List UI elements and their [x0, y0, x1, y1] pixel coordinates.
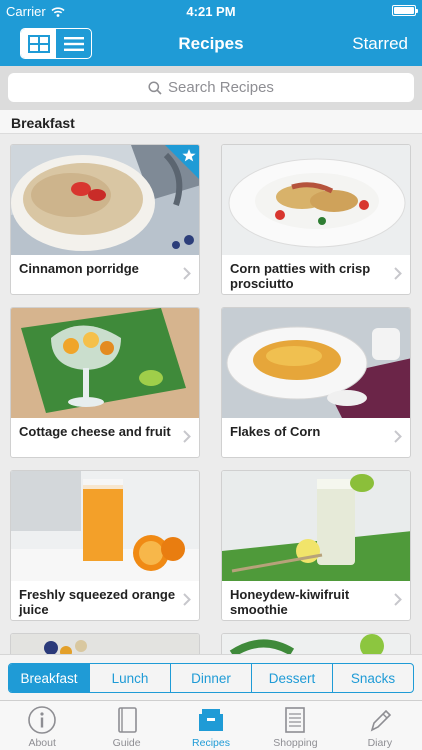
- info-icon: [28, 706, 57, 734]
- recipe-title: Honeydew-kiwifruit smoothie: [230, 587, 350, 617]
- recipe-photo: [222, 634, 410, 654]
- recipe-card[interactable]: Freshly squeezed orange juice: [10, 470, 200, 621]
- tab-about[interactable]: About: [0, 701, 84, 750]
- search-input[interactable]: Search Recipes: [8, 73, 414, 102]
- category-segmented-control: Breakfast Lunch Dinner Dessert Snacks: [8, 663, 414, 693]
- recipe-title: Cinnamon porridge: [19, 261, 139, 276]
- starred-button[interactable]: Starred: [352, 34, 408, 54]
- search-icon: [148, 80, 162, 95]
- status-bar: Carrier 4:21 PM: [0, 0, 422, 22]
- section-header: Breakfast: [0, 110, 422, 134]
- recipe-photo: [222, 308, 410, 418]
- status-time: 4:21 PM: [186, 4, 236, 19]
- recipe-box-icon: [199, 709, 224, 731]
- recipe-card[interactable]: Honeydew-kiwifruit smoothie: [221, 470, 411, 621]
- pencil-icon: [370, 709, 391, 732]
- category-dessert[interactable]: Dessert: [251, 664, 332, 692]
- recipe-title: Corn patties with crisp prosciutto: [230, 261, 371, 291]
- tab-diary[interactable]: Diary: [338, 701, 422, 750]
- tab-label: Recipes: [192, 737, 230, 749]
- recipe-photo: [222, 145, 410, 255]
- shopping-list-icon: [285, 707, 306, 733]
- category-dinner[interactable]: Dinner: [170, 664, 251, 692]
- search-bar: Search Recipes: [0, 66, 422, 110]
- tab-bar: About Guide Recipes Shopping Diary: [0, 700, 422, 750]
- tab-label: Guide: [112, 737, 141, 749]
- navigation-bar: Recipes Starred: [0, 22, 422, 66]
- recipe-card[interactable]: [10, 633, 200, 654]
- recipe-photo: [11, 308, 199, 418]
- chevron-right-icon: [394, 593, 402, 606]
- chevron-right-icon: [183, 430, 191, 443]
- tab-shopping[interactable]: Shopping: [253, 701, 337, 750]
- category-bar: Breakfast Lunch Dinner Dessert Snacks: [0, 654, 422, 700]
- tab-label: About: [28, 737, 56, 749]
- recipe-photo: [11, 471, 199, 581]
- tab-recipes[interactable]: Recipes: [169, 701, 253, 750]
- search-placeholder: Search Recipes: [168, 79, 274, 96]
- star-icon: [165, 145, 199, 179]
- category-snacks[interactable]: Snacks: [332, 664, 413, 692]
- tab-guide[interactable]: Guide: [84, 701, 168, 750]
- tab-label: Shopping: [273, 737, 318, 749]
- book-icon: [117, 707, 137, 733]
- chevron-right-icon: [394, 267, 402, 280]
- category-breakfast[interactable]: Breakfast: [9, 664, 89, 692]
- recipe-photo: [222, 471, 410, 581]
- category-lunch[interactable]: Lunch: [89, 664, 170, 692]
- recipe-card[interactable]: Cinnamon porridge: [10, 144, 200, 295]
- recipe-grid: Cinnamon porridge Corn patties with cris…: [0, 134, 422, 654]
- chevron-right-icon: [183, 593, 191, 606]
- recipe-card[interactable]: [221, 633, 411, 654]
- recipe-title: Freshly squeezed orange juice: [19, 587, 176, 617]
- recipe-title: Cottage cheese and fruit: [19, 424, 171, 439]
- chevron-right-icon: [394, 430, 402, 443]
- recipe-photo: [11, 634, 199, 654]
- tab-label: Diary: [367, 737, 393, 749]
- battery-icon: [392, 5, 418, 16]
- recipe-card[interactable]: Cottage cheese and fruit: [10, 307, 200, 458]
- recipe-card[interactable]: Corn patties with crisp prosciutto: [221, 144, 411, 295]
- recipe-card[interactable]: Flakes of Corn: [221, 307, 411, 458]
- starred-badge: [165, 145, 199, 179]
- recipe-title: Flakes of Corn: [230, 424, 321, 439]
- chevron-right-icon: [183, 267, 191, 280]
